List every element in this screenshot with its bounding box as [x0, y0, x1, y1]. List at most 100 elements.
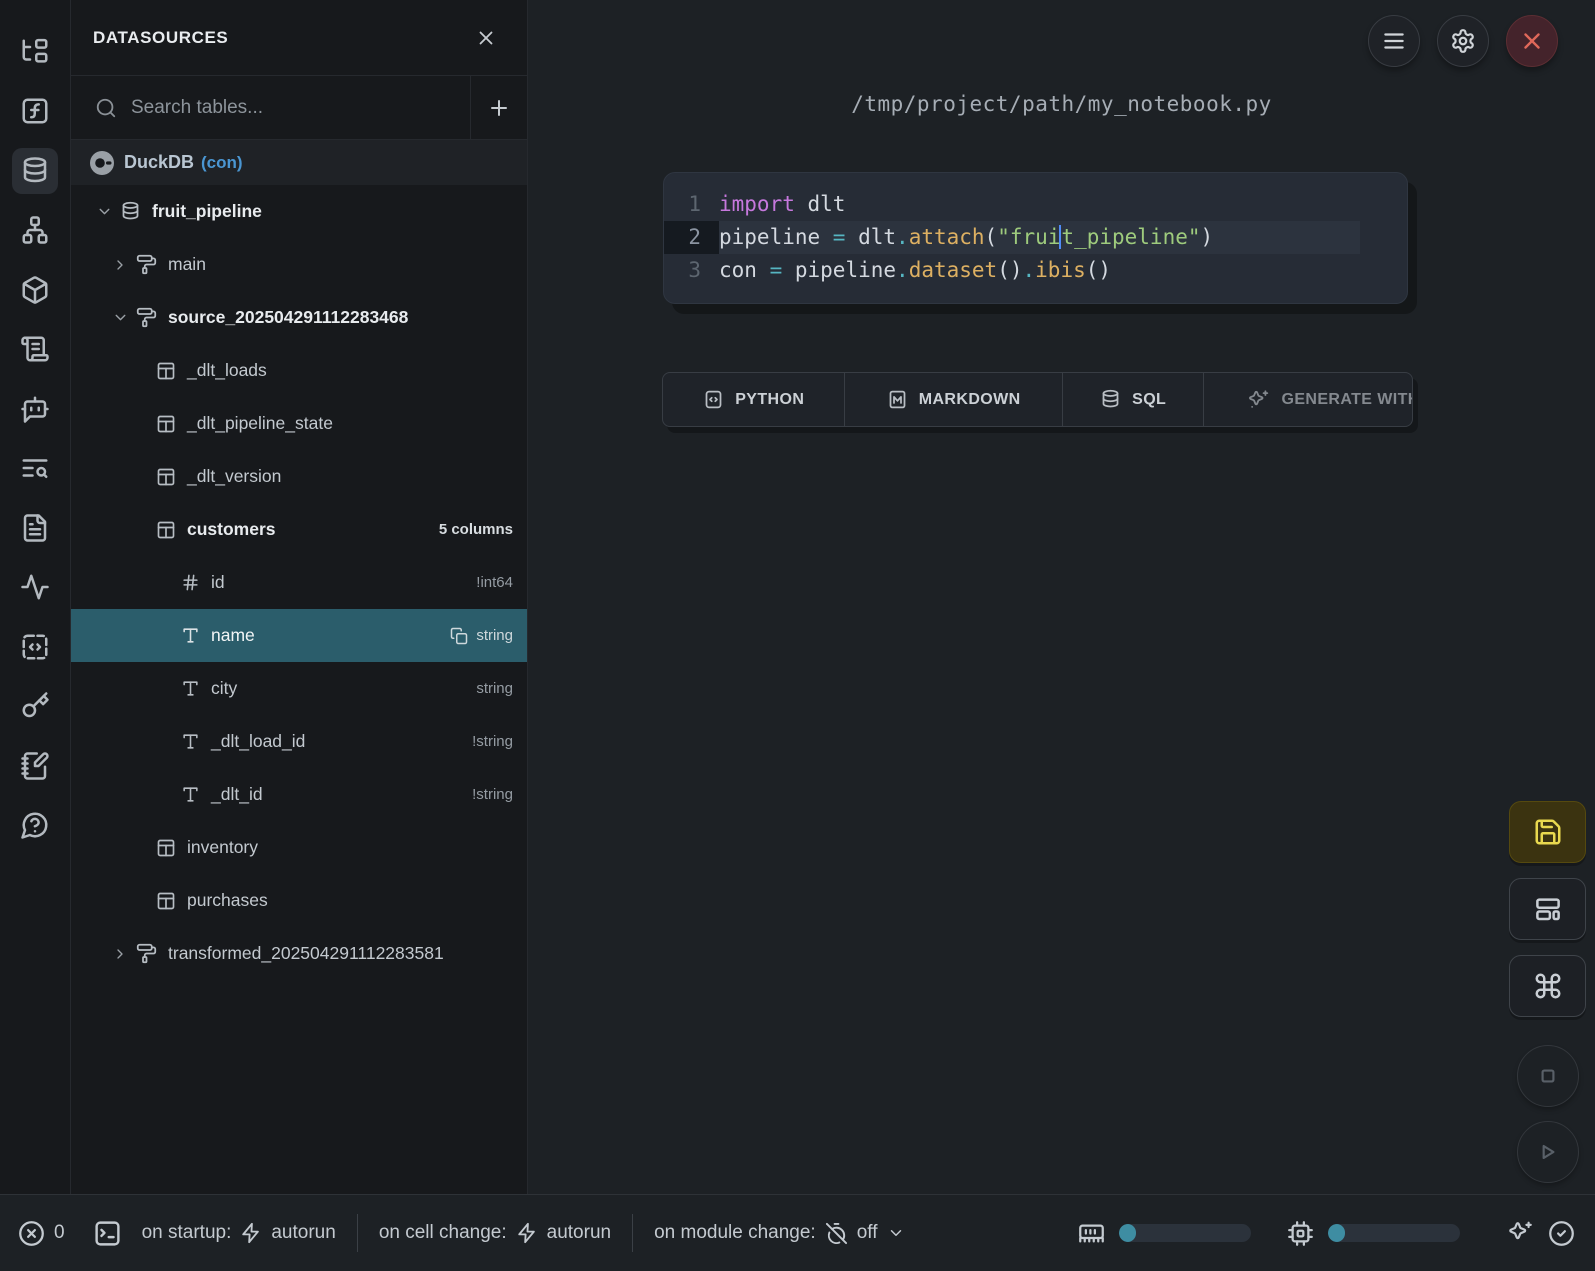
tree-row-column[interactable]: id !int64: [71, 556, 527, 609]
code-line-active[interactable]: 2 pipeline = dlt.attach("fruit_pipeline"…: [664, 221, 1407, 254]
save-button[interactable]: [1509, 801, 1586, 863]
chevron-down-icon[interactable]: [96, 203, 120, 220]
connection-row-duckdb[interactable]: DuckDB (con): [71, 140, 527, 185]
tree-row-schema[interactable]: main: [71, 238, 527, 291]
tree-row-schema[interactable]: source_202504291112283468: [71, 291, 527, 344]
sparkles-icon[interactable]: [1508, 1220, 1534, 1246]
layout-panel-icon: [1533, 894, 1563, 924]
sidebar-item-variables[interactable]: [5, 82, 65, 142]
menu-button[interactable]: [1368, 15, 1420, 67]
on-startup-setting[interactable]: on startup: autorun: [142, 1222, 336, 1244]
code-line[interactable]: 3 con = pipeline.dataset().ibis(): [664, 254, 1407, 287]
play-icon: [1535, 1139, 1561, 1165]
chevron-down-icon[interactable]: [112, 309, 136, 326]
shutdown-button[interactable]: [1506, 15, 1558, 67]
sidebar-item-snippets[interactable]: [5, 617, 65, 677]
tree-label: _dlt_load_id: [211, 731, 305, 752]
tree-row-table[interactable]: _dlt_pipeline_state: [71, 397, 527, 450]
cell-action-stack: [1509, 801, 1586, 1183]
tree-label: _dlt_pipeline_state: [187, 413, 333, 434]
error-indicator[interactable]: 0: [18, 1220, 65, 1247]
tree-row-table[interactable]: inventory: [71, 821, 527, 874]
tree-label: transformed_202504291112283581: [168, 943, 444, 964]
tree-row-table[interactable]: _dlt_loads: [71, 344, 527, 397]
sidebar-item-secrets[interactable]: [5, 677, 65, 737]
line-number: 3: [664, 254, 719, 287]
sidebar-item-documentation[interactable]: [5, 498, 65, 558]
sidebar-item-help[interactable]: [5, 796, 65, 856]
table-icon: [156, 520, 176, 540]
tree-row-database[interactable]: fruit_pipeline: [71, 185, 527, 238]
panel-title: DATASOURCES: [93, 28, 228, 48]
close-panel-icon[interactable]: [475, 27, 497, 49]
settings-button[interactable]: [1437, 15, 1489, 67]
secrets-key-icon: [12, 683, 58, 729]
tree-label: city: [211, 678, 237, 699]
add-markdown-cell-button[interactable]: MARKDOWN: [845, 373, 1062, 426]
terminal-button[interactable]: [93, 1219, 122, 1248]
sidebar-item-scratchpad[interactable]: [5, 736, 65, 796]
generate-with-ai-button[interactable]: GENERATE WITH AI: [1204, 373, 1412, 426]
connection-alias: (con): [201, 153, 243, 173]
cpu-icon: [1287, 1220, 1314, 1247]
tree-label: _dlt_loads: [187, 360, 267, 381]
sidebar-item-find[interactable]: [5, 439, 65, 499]
sidebar-item-tracing[interactable]: [5, 558, 65, 618]
database-icon: [120, 201, 141, 222]
datasource-tree: fruit_pipeline main source_2025042911122…: [71, 185, 527, 1194]
tree-row-column-selected[interactable]: name string: [71, 609, 527, 662]
tree-row-column[interactable]: _dlt_id !string: [71, 768, 527, 821]
activity-rail: [0, 0, 71, 1194]
tree-row-column[interactable]: _dlt_load_id !string: [71, 715, 527, 768]
on-module-change-setting[interactable]: on module change: off: [654, 1222, 904, 1245]
add-sql-cell-button[interactable]: SQL: [1063, 373, 1205, 426]
file-tree-icon: [12, 29, 58, 75]
search-input[interactable]: [131, 97, 470, 119]
search-box[interactable]: [71, 76, 470, 139]
add-cell-buttons: PYTHON MARKDOWN SQL GENERATE WITH AI: [662, 372, 1413, 427]
error-count: 0: [54, 1222, 65, 1244]
tree-row-column[interactable]: city string: [71, 662, 527, 715]
package-box-icon: [12, 267, 58, 313]
on-module-change-value: off: [857, 1222, 878, 1244]
close-x-icon: [1519, 28, 1545, 54]
tree-row-table[interactable]: _dlt_version: [71, 450, 527, 503]
connection-name: DuckDB: [124, 152, 194, 173]
sidebar-item-logs[interactable]: [5, 320, 65, 380]
copy-icon[interactable]: [450, 627, 468, 645]
tracing-activity-icon: [12, 564, 58, 610]
sidebar-item-packages[interactable]: [5, 260, 65, 320]
tree-row-table[interactable]: customers 5 columns: [71, 503, 527, 556]
sidebar-item-ai-chat[interactable]: [5, 379, 65, 439]
tree-row-schema[interactable]: transformed_202504291112283581: [71, 927, 527, 980]
tree-label: _dlt_version: [187, 466, 281, 487]
tree-row-table[interactable]: purchases: [71, 874, 527, 927]
chevron-right-icon[interactable]: [112, 946, 136, 962]
add-datasource-button[interactable]: [470, 76, 527, 139]
scratchpad-notebook-pen-icon: [12, 743, 58, 789]
snippets-code-square-icon: [12, 624, 58, 670]
datasources-panel: DATASOURCES DuckDB (con) fruit_pipeline: [71, 0, 528, 1194]
code-text[interactable]: pipeline = dlt.attach("fruit_pipeline"): [719, 221, 1360, 254]
save-floppy-icon: [1533, 817, 1563, 847]
code-text[interactable]: con = pipeline.dataset().ibis(): [719, 254, 1360, 287]
sidebar-item-dependencies[interactable]: [5, 201, 65, 261]
column-type: !string: [472, 786, 513, 803]
sidebar-item-datasources[interactable]: [5, 141, 65, 201]
statusbar-right: [1078, 1220, 1575, 1247]
on-cell-change-setting[interactable]: on cell change: autorun: [379, 1222, 611, 1244]
code-text[interactable]: import dlt: [719, 188, 1360, 221]
add-python-cell-button[interactable]: PYTHON: [663, 373, 845, 426]
code-cell[interactable]: 1 import dlt 2 pipeline = dlt.attach("fr…: [663, 172, 1408, 304]
sidebar-item-file-tree[interactable]: [5, 22, 65, 82]
layout-toggle-button[interactable]: [1509, 878, 1586, 940]
run-button[interactable]: [1517, 1121, 1579, 1183]
on-module-change-label: on module change:: [654, 1222, 816, 1244]
code-line[interactable]: 1 import dlt: [664, 188, 1407, 221]
circle-check-icon[interactable]: [1548, 1220, 1575, 1247]
notebook-area: /tmp/project/path/my_notebook.py 1 impor…: [528, 0, 1595, 1194]
stop-button[interactable]: [1517, 1045, 1579, 1107]
command-palette-button[interactable]: [1509, 955, 1586, 1017]
chevron-right-icon[interactable]: [112, 257, 136, 273]
sparkles-icon: [1248, 389, 1270, 411]
